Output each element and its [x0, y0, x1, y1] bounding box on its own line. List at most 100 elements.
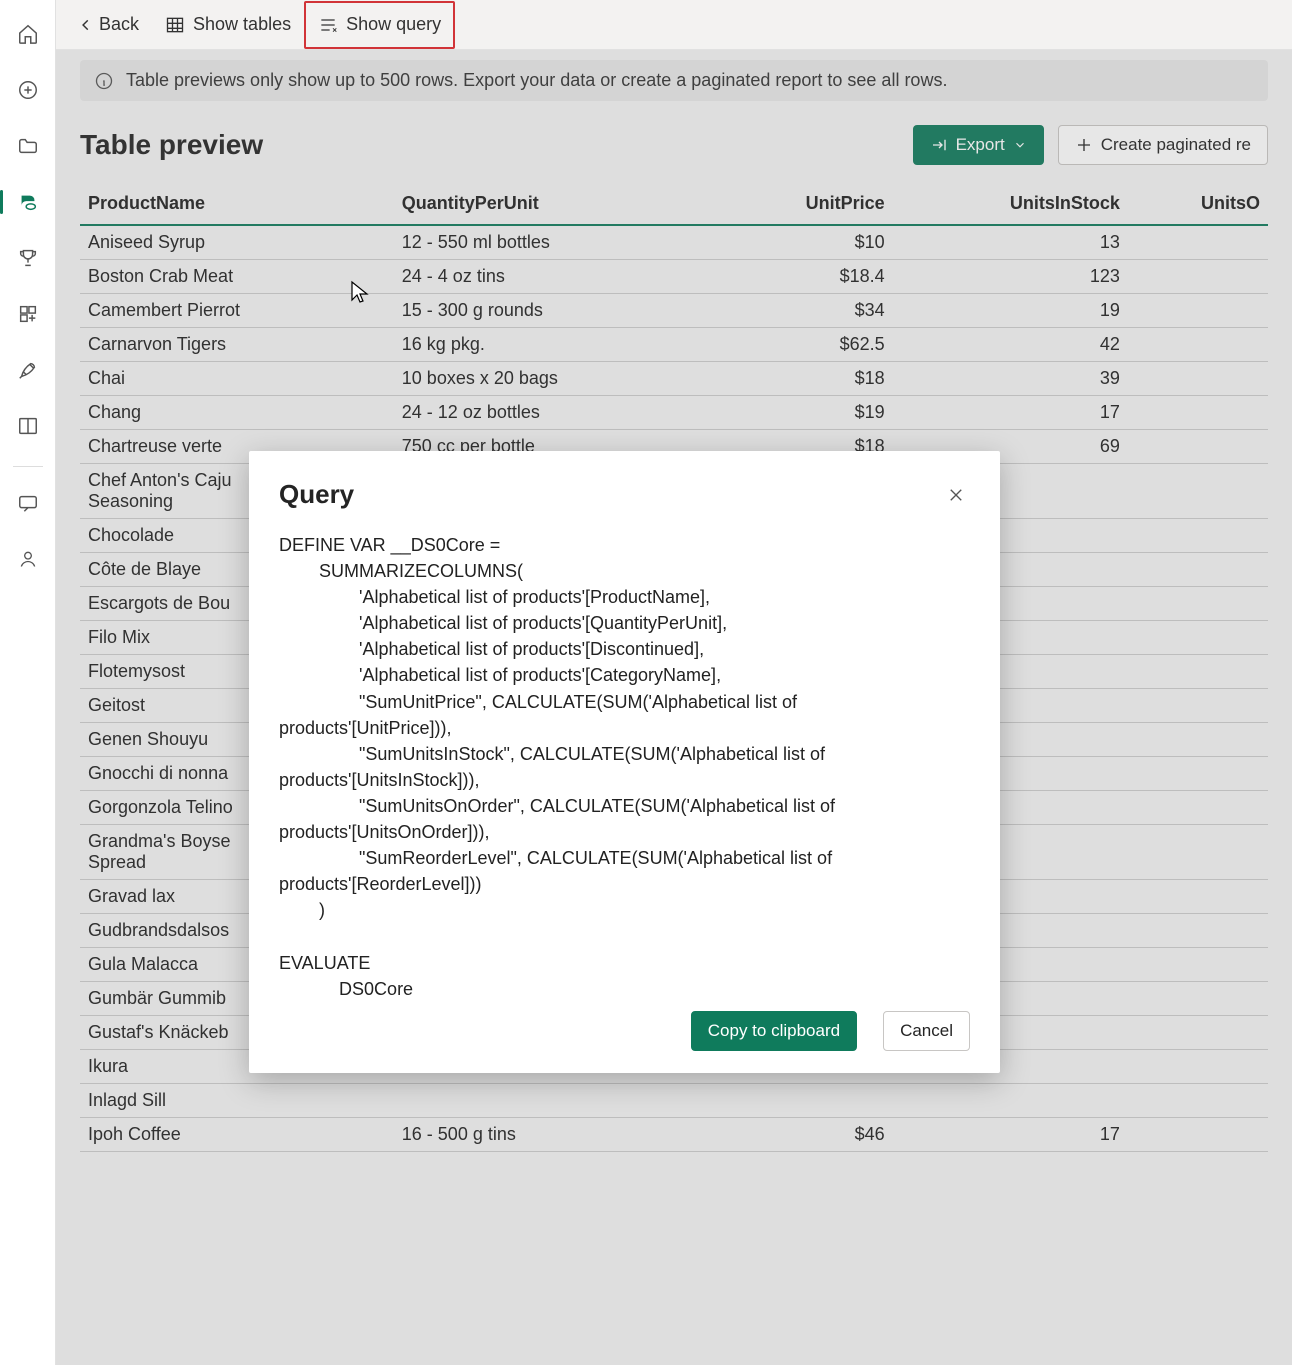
- column-header[interactable]: QuantityPerUnit: [394, 183, 715, 225]
- column-header[interactable]: UnitsO: [1128, 183, 1268, 225]
- table-cell: [1128, 362, 1268, 396]
- table-cell: [1128, 519, 1268, 553]
- table-cell: [1128, 621, 1268, 655]
- table-cell: [1128, 982, 1268, 1016]
- table-cell: $19: [715, 396, 892, 430]
- close-icon: [947, 486, 965, 504]
- left-nav-rail: [0, 0, 56, 1365]
- back-button[interactable]: Back: [66, 1, 152, 49]
- table-cell: 10 boxes x 20 bags: [394, 362, 715, 396]
- table-cell: $18.4: [715, 260, 892, 294]
- nav-apps-icon[interactable]: [8, 294, 48, 334]
- table-cell: [1128, 1050, 1268, 1084]
- query-modal: Query DEFINE VAR __DS0Core = SUMMARIZECO…: [249, 451, 1000, 1073]
- modal-title: Query: [279, 479, 942, 510]
- column-header[interactable]: UnitsInStock: [893, 183, 1128, 225]
- nav-chat-icon[interactable]: [8, 483, 48, 523]
- export-label: Export: [956, 135, 1005, 155]
- back-label: Back: [99, 14, 139, 35]
- nav-home-icon[interactable]: [8, 14, 48, 54]
- table-cell: [1128, 914, 1268, 948]
- info-icon: [94, 71, 114, 91]
- table-cell: $46: [715, 1118, 892, 1152]
- table-cell: [1128, 587, 1268, 621]
- table-cell: 15 - 300 g rounds: [394, 294, 715, 328]
- table-cell: [1128, 655, 1268, 689]
- table-row[interactable]: Ipoh Coffee16 - 500 g tins$4617: [80, 1118, 1268, 1152]
- table-cell: [1128, 1084, 1268, 1118]
- page-title: Table preview: [80, 129, 913, 161]
- table-row[interactable]: Carnarvon Tigers16 kg pkg.$62.542: [80, 328, 1268, 362]
- table-cell: [1128, 464, 1268, 519]
- table-cell: 123: [893, 260, 1128, 294]
- table-cell: [1128, 260, 1268, 294]
- show-tables-button[interactable]: Show tables: [152, 1, 304, 49]
- nav-folder-icon[interactable]: [8, 126, 48, 166]
- show-query-button[interactable]: Show query: [304, 1, 455, 49]
- copy-button[interactable]: Copy to clipboard: [691, 1011, 857, 1051]
- table-cell: Inlagd Sill: [80, 1084, 394, 1118]
- table-cell: 16 kg pkg.: [394, 328, 715, 362]
- table-cell: [1128, 553, 1268, 587]
- table-cell: Boston Crab Meat: [80, 260, 394, 294]
- table-row[interactable]: Aniseed Syrup12 - 550 ml bottles$1013: [80, 225, 1268, 260]
- table-cell: 42: [893, 328, 1128, 362]
- export-icon: [930, 136, 948, 154]
- table-row[interactable]: Inlagd Sill: [80, 1084, 1268, 1118]
- table-cell: 16 - 500 g tins: [394, 1118, 715, 1152]
- table-cell: $18: [715, 362, 892, 396]
- close-button[interactable]: [942, 481, 970, 509]
- nav-add-icon[interactable]: [8, 70, 48, 110]
- table-cell: 39: [893, 362, 1128, 396]
- table-cell: [1128, 880, 1268, 914]
- table-cell: [1128, 430, 1268, 464]
- show-tables-label: Show tables: [193, 14, 291, 35]
- nav-account-icon[interactable]: [8, 539, 48, 579]
- table-cell: 13: [893, 225, 1128, 260]
- show-query-label: Show query: [346, 14, 441, 35]
- table-cell: [1128, 396, 1268, 430]
- table-cell: [715, 1084, 892, 1118]
- table-cell: 19: [893, 294, 1128, 328]
- query-text[interactable]: DEFINE VAR __DS0Core = SUMMARIZECOLUMNS(…: [279, 532, 970, 997]
- nav-data-icon[interactable]: [8, 182, 48, 222]
- nav-rocket-icon[interactable]: [8, 350, 48, 390]
- table-cell: Chai: [80, 362, 394, 396]
- create-report-label: Create paginated re: [1101, 135, 1251, 155]
- table-cell: $34: [715, 294, 892, 328]
- table-cell: 24 - 4 oz tins: [394, 260, 715, 294]
- table-cell: [1128, 225, 1268, 260]
- info-text: Table previews only show up to 500 rows.…: [126, 70, 947, 91]
- table-row[interactable]: Boston Crab Meat24 - 4 oz tins$18.4123: [80, 260, 1268, 294]
- nav-trophy-icon[interactable]: [8, 238, 48, 278]
- table-cell: 17: [893, 396, 1128, 430]
- table-cell: Carnarvon Tigers: [80, 328, 394, 362]
- table-row[interactable]: Chai10 boxes x 20 bags$1839: [80, 362, 1268, 396]
- column-header[interactable]: ProductName: [80, 183, 394, 225]
- table-row[interactable]: Chang24 - 12 oz bottles$1917: [80, 396, 1268, 430]
- table-cell: Chang: [80, 396, 394, 430]
- table-row[interactable]: Camembert Pierrot15 - 300 g rounds$3419: [80, 294, 1268, 328]
- table-cell: [1128, 1016, 1268, 1050]
- table-cell: Aniseed Syrup: [80, 225, 394, 260]
- export-button[interactable]: Export: [913, 125, 1044, 165]
- column-header[interactable]: UnitPrice: [715, 183, 892, 225]
- copy-label: Copy to clipboard: [708, 1021, 840, 1041]
- table-cell: [1128, 689, 1268, 723]
- table-cell: $62.5: [715, 328, 892, 362]
- create-report-button[interactable]: Create paginated re: [1058, 125, 1268, 165]
- cancel-label: Cancel: [900, 1021, 953, 1041]
- table-cell: [1128, 328, 1268, 362]
- table-cell: [394, 1084, 715, 1118]
- table-cell: [1128, 757, 1268, 791]
- info-banner: Table previews only show up to 500 rows.…: [80, 60, 1268, 101]
- table-cell: [1128, 723, 1268, 757]
- table-cell: [1128, 1118, 1268, 1152]
- table-cell: Camembert Pierrot: [80, 294, 394, 328]
- plus-icon: [1075, 136, 1093, 154]
- nav-panels-icon[interactable]: [8, 406, 48, 446]
- cancel-button[interactable]: Cancel: [883, 1011, 970, 1051]
- table-cell: $10: [715, 225, 892, 260]
- table-cell: Ipoh Coffee: [80, 1118, 394, 1152]
- table-cell: [1128, 791, 1268, 825]
